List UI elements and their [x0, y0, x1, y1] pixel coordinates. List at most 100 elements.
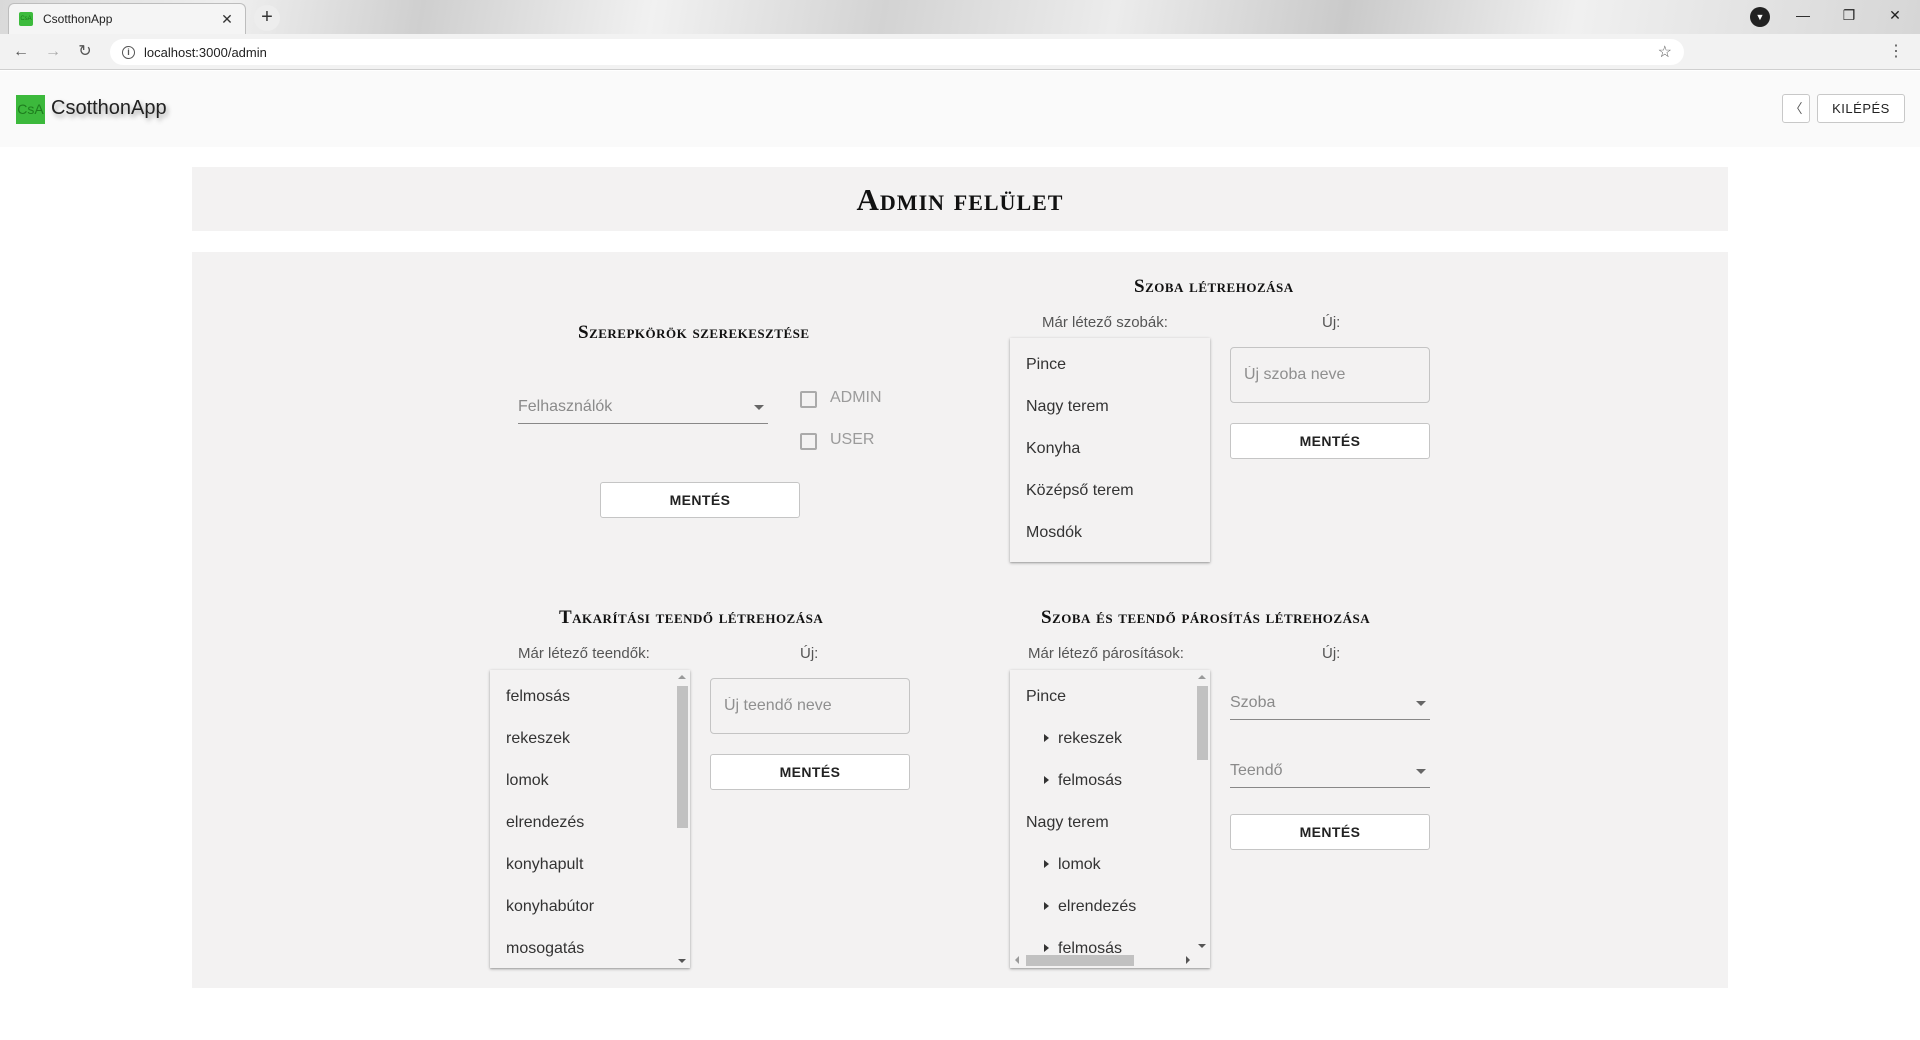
close-window-button[interactable]: ✕: [1872, 0, 1918, 30]
new-room-input[interactable]: [1231, 348, 1429, 402]
browser-toolbar: ← → ↻ i localhost:3000/admin ☆ ⋮: [0, 34, 1920, 70]
tasks-scrollbar[interactable]: [675, 670, 690, 968]
room-select[interactable]: Szoba: [1230, 690, 1430, 720]
list-item[interactable]: rekeszek: [506, 730, 570, 748]
logout-button[interactable]: KILÉPÉS: [1817, 94, 1905, 123]
scroll-up-icon[interactable]: [1198, 675, 1206, 679]
title-panel: Admin felület: [192, 167, 1728, 231]
room-section-title: Szoba létrehozása: [1134, 276, 1294, 297]
bookmark-star-icon[interactable]: ☆: [1658, 42, 1672, 62]
tree-item-label: lomok: [1058, 856, 1101, 873]
pairing-section-title: Szoba és teendő párosítás létrehozása: [1041, 607, 1371, 628]
tree-item-label: felmosás: [1058, 772, 1123, 789]
tree-item-task[interactable]: felmosás: [1044, 772, 1122, 790]
tree-item-task[interactable]: elrendezés: [1044, 898, 1136, 916]
new-room-label: Új:: [1322, 314, 1341, 331]
caret-right-icon: [1044, 859, 1049, 868]
task-select[interactable]: Teendő: [1230, 758, 1430, 788]
pairings-vscrollbar[interactable]: [1195, 670, 1210, 953]
caret-right-icon: [1044, 733, 1049, 742]
user-checkbox[interactable]: [800, 433, 817, 450]
users-select[interactable]: Felhasználók: [518, 394, 768, 424]
list-item[interactable]: mosogatás: [506, 940, 584, 958]
admin-panel: Szerepkörök szerekesztése Felhasználók A…: [192, 252, 1728, 988]
tree-item-label: rekeszek: [1058, 730, 1123, 747]
task-select-value: Teendő: [1230, 762, 1283, 779]
list-item[interactable]: felmosás: [506, 688, 570, 706]
list-item[interactable]: lomok: [506, 772, 549, 790]
tree-item-task[interactable]: lomok: [1044, 856, 1101, 874]
app-name[interactable]: CsotthonApp: [51, 97, 167, 120]
rooms-list: Pince Nagy terem Konyha Középső terem Mo…: [1010, 338, 1210, 562]
app-logo[interactable]: CsA: [16, 95, 45, 124]
profile-icon[interactable]: ▼: [1750, 7, 1770, 27]
admin-checkbox-label: ADMIN: [830, 389, 882, 406]
new-task-input[interactable]: [711, 679, 909, 733]
reload-icon[interactable]: ↻: [74, 41, 96, 63]
browser-tabstrip: CsA CsotthonApp ✕ + ▼ — ❐ ✕: [0, 0, 1920, 34]
new-task-label: Új:: [800, 645, 819, 662]
list-item[interactable]: elrendezés: [506, 814, 584, 832]
collapse-button[interactable]: 〈: [1782, 94, 1810, 123]
browser-menu-icon[interactable]: ⋮: [1888, 41, 1904, 63]
scrollbar-thumb[interactable]: [1026, 955, 1134, 966]
new-pairing-label: Új:: [1322, 645, 1341, 662]
existing-tasks-label: Már létező teendők:: [518, 645, 650, 662]
scroll-down-icon[interactable]: [1198, 944, 1206, 948]
list-item[interactable]: Pince: [1026, 356, 1066, 374]
existing-rooms-label: Már létező szobák:: [1042, 314, 1168, 331]
pairings-tree: Pince rekeszek felmosás Nagy terem lomok…: [1010, 670, 1210, 968]
admin-checkbox[interactable]: [800, 391, 817, 408]
tasks-list: felmosás rekeszek lomok elrendezés konyh…: [490, 670, 690, 968]
caret-right-icon: [1044, 901, 1049, 910]
tree-item-label: elrendezés: [1058, 898, 1137, 915]
roles-save-button[interactable]: MENTÉS: [600, 482, 800, 518]
list-item[interactable]: konyhapult: [506, 856, 583, 874]
existing-pairings-label: Már létező párosítások:: [1028, 645, 1184, 662]
scrollbar-thumb[interactable]: [677, 686, 688, 828]
caret-right-icon: [1044, 943, 1049, 952]
task-section-title: Takarítási teendő létrehozása: [559, 607, 824, 628]
page-title: Admin felület: [856, 182, 1064, 217]
app-header: CsA CsotthonApp 〈 KILÉPÉS: [0, 71, 1920, 147]
back-icon[interactable]: ←: [10, 41, 32, 63]
list-item[interactable]: Konyha: [1026, 440, 1080, 458]
browser-tab[interactable]: CsA CsotthonApp ✕: [8, 3, 246, 34]
users-select-value: Felhasználók: [518, 398, 613, 415]
chevron-down-icon: [754, 405, 764, 410]
minimize-button[interactable]: —: [1780, 0, 1826, 30]
pairings-hscrollbar[interactable]: [1010, 953, 1195, 968]
forward-icon[interactable]: →: [42, 41, 64, 63]
url-text[interactable]: localhost:3000/admin: [144, 45, 1658, 60]
list-item[interactable]: Mosdók: [1026, 524, 1082, 542]
pairing-save-button[interactable]: MENTÉS: [1230, 814, 1430, 850]
tree-item-room[interactable]: Pince: [1026, 688, 1066, 706]
room-select-value: Szoba: [1230, 694, 1276, 711]
address-bar[interactable]: i localhost:3000/admin ☆: [110, 39, 1684, 65]
new-room-field[interactable]: [1230, 347, 1430, 403]
tree-item-task[interactable]: rekeszek: [1044, 730, 1122, 748]
maximize-button[interactable]: ❐: [1826, 0, 1872, 30]
scroll-down-icon[interactable]: [678, 959, 686, 963]
list-item[interactable]: Nagy terem: [1026, 398, 1109, 416]
task-save-button[interactable]: MENTÉS: [710, 754, 910, 790]
roles-section-title: Szerepkörök szerekesztése: [578, 322, 810, 343]
new-tab-button[interactable]: +: [254, 5, 280, 31]
list-item[interactable]: konyhabútor: [506, 898, 594, 916]
user-checkbox-label: USER: [830, 431, 875, 448]
tree-item-room[interactable]: Nagy terem: [1026, 814, 1109, 832]
tab-close-icon[interactable]: ✕: [219, 11, 235, 28]
chevron-down-icon: [1416, 769, 1426, 774]
tab-title: CsotthonApp: [43, 12, 113, 26]
chevron-down-icon: [1416, 701, 1426, 706]
scroll-up-icon[interactable]: [678, 675, 686, 679]
caret-right-icon: [1044, 775, 1049, 784]
info-icon[interactable]: i: [122, 45, 135, 59]
scrollbar-thumb[interactable]: [1197, 686, 1208, 760]
room-save-button[interactable]: MENTÉS: [1230, 423, 1430, 459]
new-task-field[interactable]: [710, 678, 910, 734]
scroll-right-icon[interactable]: [1186, 956, 1190, 964]
scroll-left-icon[interactable]: [1015, 956, 1019, 964]
list-item[interactable]: Középső terem: [1026, 482, 1134, 500]
favicon-icon: CsA: [19, 12, 33, 26]
